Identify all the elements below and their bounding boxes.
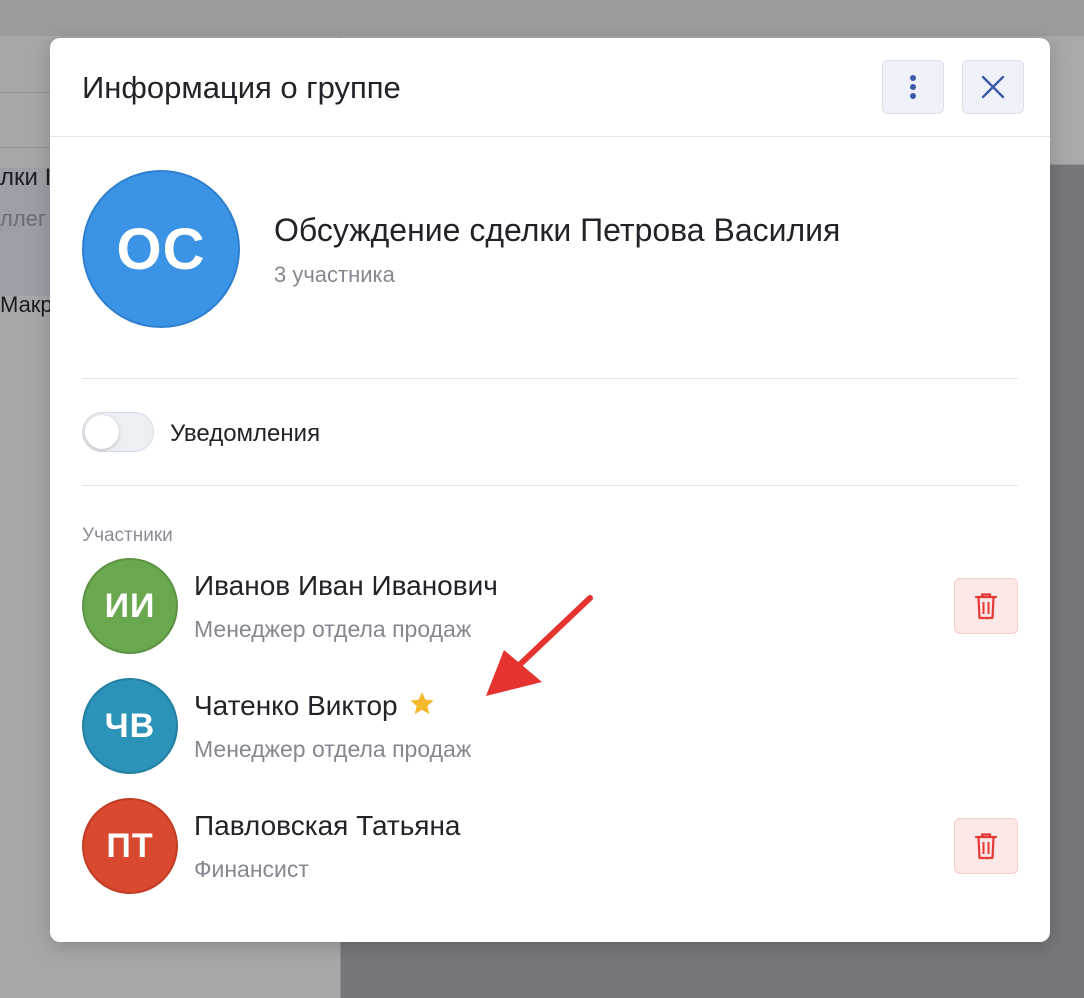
member-name: Павловская Татьяна bbox=[194, 810, 461, 841]
background-topbar bbox=[0, 0, 1084, 37]
toggle-knob bbox=[85, 415, 119, 449]
group-name: Обсуждение сделки Петрова Василия bbox=[274, 212, 841, 248]
member-name: Чатенко Виктор bbox=[194, 690, 398, 721]
divider bbox=[82, 378, 1018, 379]
member-role: Финансист bbox=[194, 856, 309, 882]
trash-icon bbox=[974, 833, 998, 860]
close-icon bbox=[981, 75, 1005, 99]
member-role: Менеджер отдела продаж bbox=[194, 616, 472, 642]
member-item: ПТ Павловская Татьяна Финансист bbox=[50, 798, 1050, 898]
member-name: Иванов Иван Иванович bbox=[194, 570, 498, 601]
more-vertical-icon bbox=[910, 75, 916, 99]
members-section-label: Участники bbox=[82, 525, 173, 546]
notifications-toggle[interactable] bbox=[82, 412, 154, 452]
remove-member-button[interactable] bbox=[954, 578, 1018, 634]
member-name-row: Чатенко Виктор bbox=[194, 690, 436, 725]
background-chat-subtitle-fragment: ллег bbox=[0, 206, 46, 231]
remove-member-button[interactable] bbox=[954, 818, 1018, 874]
group-avatar: ОС bbox=[82, 170, 240, 328]
background-chat-title-fragment: лки I bbox=[0, 164, 52, 191]
trash-icon bbox=[974, 593, 998, 620]
divider bbox=[82, 485, 1018, 486]
member-avatar: ПТ bbox=[82, 798, 178, 894]
notifications-label: Уведомления bbox=[170, 420, 321, 447]
member-avatar: ЧВ bbox=[82, 678, 178, 774]
member-item: ИИ Иванов Иван Иванович Менеджер отдела … bbox=[50, 558, 1050, 658]
modal-header: Информация о группе bbox=[50, 38, 1050, 137]
member-item: ЧВ Чатенко Виктор Менеджер отдела продаж bbox=[50, 678, 1050, 778]
star-icon bbox=[408, 690, 436, 725]
background-chat-item-fragment: Макр bbox=[0, 292, 53, 317]
group-info-modal: Информация о группе ОС Обсуждение сделки… bbox=[50, 38, 1050, 942]
member-avatar: ИИ bbox=[82, 558, 178, 654]
close-button[interactable] bbox=[962, 60, 1024, 114]
modal-title: Информация о группе bbox=[82, 70, 401, 105]
group-member-count: 3 участника bbox=[274, 262, 395, 287]
more-options-button[interactable] bbox=[882, 60, 944, 114]
member-role: Менеджер отдела продаж bbox=[194, 736, 472, 762]
